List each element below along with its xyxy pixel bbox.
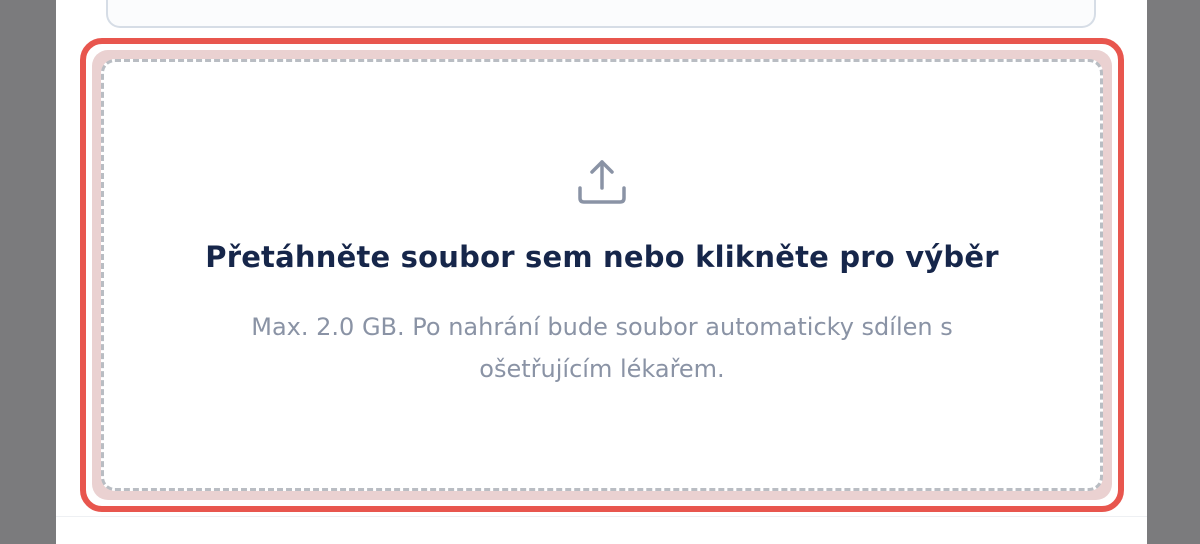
dropzone-dashed-area[interactable]: Přetáhněte soubor sem nebo klikněte pro …	[101, 59, 1103, 491]
divider	[56, 516, 1147, 517]
dropzone-title: Přetáhněte soubor sem nebo klikněte pro …	[205, 240, 999, 274]
dropzone-hint-line-2: ošetřujícím lékařem.	[479, 355, 725, 383]
dropzone-hint-line-1: Max. 2.0 GB. Po nahrání bude soubor auto…	[251, 313, 953, 341]
previous-input-field[interactable]	[106, 0, 1096, 28]
dropzone-focus-ring: Přetáhněte soubor sem nebo klikněte pro …	[80, 38, 1124, 512]
file-dropzone[interactable]: Přetáhněte soubor sem nebo klikněte pro …	[92, 50, 1112, 500]
dropzone-hint: Max. 2.0 GB. Po nahrání bude soubor auto…	[104, 306, 1100, 390]
modal-panel: Přetáhněte soubor sem nebo klikněte pro …	[56, 0, 1147, 544]
upload-icon	[574, 154, 630, 210]
